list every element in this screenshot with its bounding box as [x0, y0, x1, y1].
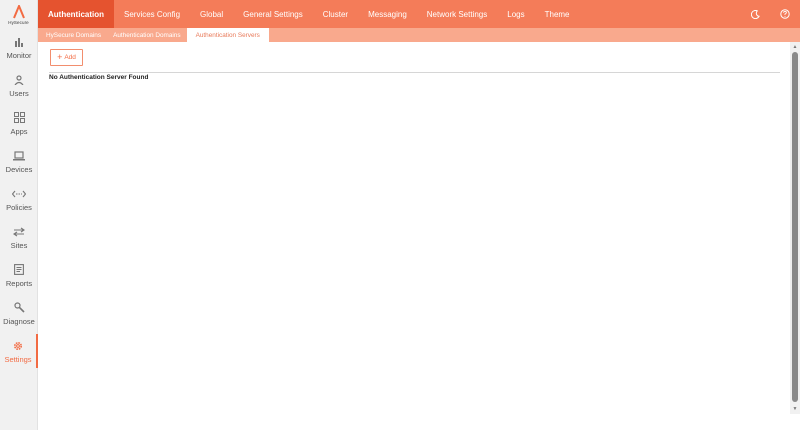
add-button[interactable]: + Add: [50, 49, 83, 66]
sidebar-item-label: Sites: [10, 240, 28, 250]
logo-text: HySecure: [8, 19, 29, 25]
subtab-hysecure-domains[interactable]: HySecure Domains: [40, 28, 107, 42]
sidebar-item-label: Reports: [5, 278, 33, 288]
top-navbar: Authentication Services Config Global Ge…: [38, 0, 800, 28]
gear-icon: [11, 339, 25, 353]
tab-messaging[interactable]: Messaging: [358, 0, 417, 28]
scroll-down-arrow-icon[interactable]: ▼: [790, 404, 800, 414]
code-arrows-icon: [12, 187, 26, 201]
sidebar-item-policies[interactable]: Policies: [0, 182, 38, 216]
help-icon[interactable]: [770, 0, 800, 28]
swap-arrows-icon: [12, 225, 26, 239]
tab-global[interactable]: Global: [190, 0, 233, 28]
sidebar-item-label: Devices: [5, 164, 33, 174]
apps-icon: [12, 111, 26, 125]
tab-network-settings[interactable]: Network Settings: [417, 0, 497, 28]
logo[interactable]: HySecure: [0, 0, 37, 28]
tab-cluster[interactable]: Cluster: [313, 0, 358, 28]
sidebar-item-label: Users: [9, 88, 29, 98]
sidebar-item-users[interactable]: Users: [0, 68, 38, 102]
hysecure-logo-icon: [12, 4, 25, 18]
report-icon: [12, 263, 26, 277]
sidebar-item-label: Monitor: [6, 50, 32, 60]
wrench-icon: [12, 301, 26, 315]
sidebar-item-sites[interactable]: Sites: [0, 220, 38, 254]
sidebar-item-label: Diagnose: [3, 316, 35, 326]
add-button-label: Add: [64, 54, 76, 61]
top-nav-tabs: Authentication Services Config Global Ge…: [38, 0, 800, 28]
sidebar: HySecure Monitor Users Apps Devices Poli…: [0, 0, 38, 430]
sidebar-item-monitor[interactable]: Monitor: [0, 30, 38, 64]
bar-chart-icon: [12, 35, 26, 49]
sidebar-item-label: Settings: [4, 354, 32, 364]
main-content: + Add No Authentication Server Found: [38, 42, 790, 430]
sidebar-item-label: Apps: [10, 126, 28, 136]
scroll-thumb[interactable]: [792, 52, 798, 402]
empty-state-message: No Authentication Server Found: [49, 74, 149, 81]
sub-navbar: HySecure Domains Authentication Domains …: [38, 28, 800, 42]
user-icon: [12, 73, 26, 87]
sidebar-item-devices[interactable]: Devices: [0, 144, 38, 178]
sidebar-item-apps[interactable]: Apps: [0, 106, 38, 140]
sidebar-item-label: Policies: [6, 202, 32, 212]
moon-icon[interactable]: [740, 0, 770, 28]
divider: [49, 72, 780, 73]
tab-authentication[interactable]: Authentication: [38, 0, 114, 28]
tab-theme[interactable]: Theme: [535, 0, 580, 28]
plus-icon: +: [57, 52, 63, 62]
scroll-up-arrow-icon[interactable]: ▲: [790, 42, 800, 52]
subtab-authentication-servers[interactable]: Authentication Servers: [186, 28, 269, 42]
sub-nav-tabs: HySecure Domains Authentication Domains …: [38, 28, 800, 42]
top-icons: [740, 0, 800, 28]
sidebar-item-reports[interactable]: Reports: [0, 258, 38, 292]
tab-general-settings[interactable]: General Settings: [233, 0, 313, 28]
laptop-icon: [12, 149, 26, 163]
sidebar-item-settings[interactable]: Settings: [0, 334, 38, 368]
tab-services-config[interactable]: Services Config: [114, 0, 190, 28]
vertical-scrollbar[interactable]: ▲ ▼: [790, 42, 800, 414]
sidebar-item-diagnose[interactable]: Diagnose: [0, 296, 38, 330]
tab-logs[interactable]: Logs: [497, 0, 534, 28]
subtab-authentication-domains[interactable]: Authentication Domains: [107, 28, 187, 42]
